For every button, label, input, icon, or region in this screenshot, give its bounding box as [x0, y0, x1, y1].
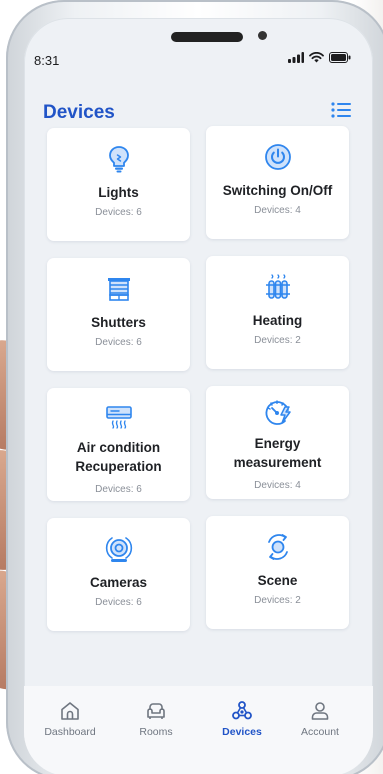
card-title: Energy measurement	[234, 434, 322, 472]
device-card-shutters[interactable]: Shutters Devices: 6	[47, 258, 190, 371]
card-title-line: measurement	[233, 455, 322, 470]
bottom-nav: Dashboard Rooms Devices Account	[24, 686, 373, 774]
card-title-line: Recuperation	[75, 459, 162, 474]
front-camera	[258, 31, 267, 40]
device-card-cameras[interactable]: Cameras Devices: 6	[47, 518, 190, 631]
page-title: Devices	[43, 102, 115, 123]
camera-icon	[104, 534, 134, 564]
status-icons	[288, 52, 351, 63]
device-card-energy[interactable]: Energy measurement Devices: 4	[206, 386, 349, 499]
nav-account[interactable]: Account	[282, 700, 358, 738]
power-icon	[263, 142, 293, 172]
device-card-switching[interactable]: Switching On/Off Devices: 4	[206, 126, 349, 239]
radiator-icon	[263, 272, 293, 302]
card-device-count: Devices: 6	[95, 207, 142, 218]
dynamic-island	[171, 32, 243, 42]
air-conditioner-icon	[104, 402, 134, 432]
shutter-icon	[104, 274, 134, 304]
nav-dashboard[interactable]: Dashboard	[32, 700, 108, 738]
home-icon	[61, 702, 79, 720]
card-title: Lights	[98, 185, 139, 200]
status-time: 8:31	[34, 53, 60, 68]
card-title: Scene	[257, 573, 298, 588]
card-device-count: Devices: 2	[254, 335, 301, 346]
card-device-count: Devices: 2	[254, 595, 301, 606]
list-icon	[331, 102, 351, 118]
list-menu-button[interactable]	[330, 100, 352, 120]
phone-screen: 8:31 Devices Lights Devices: 6 Switching…	[24, 18, 373, 774]
card-device-count: Devices: 6	[95, 337, 142, 348]
nav-label: Dashboard	[44, 726, 96, 738]
card-title-line: Energy	[254, 436, 301, 451]
nav-label: Account	[301, 726, 339, 738]
scene-icon	[263, 532, 293, 562]
user-icon	[311, 702, 329, 720]
nav-rooms[interactable]: Rooms	[118, 700, 194, 738]
card-title-line: Air condition	[76, 440, 161, 455]
devices-icon	[232, 701, 252, 720]
signal-icon	[288, 52, 304, 63]
battery-icon	[329, 52, 351, 63]
nav-label: Rooms	[139, 726, 173, 738]
device-card-scene[interactable]: Scene Devices: 2	[206, 516, 349, 629]
energy-meter-icon	[263, 398, 293, 428]
card-title: Shutters	[91, 315, 146, 330]
card-device-count: Devices: 4	[254, 205, 301, 216]
device-card-air-condition[interactable]: Air condition Recuperation Devices: 6	[47, 388, 190, 501]
card-device-count: Devices: 6	[95, 597, 142, 608]
card-title: Cameras	[89, 575, 148, 590]
sofa-icon	[147, 703, 165, 719]
card-title: Air condition Recuperation	[75, 438, 161, 476]
nav-label: Devices	[222, 726, 262, 738]
card-device-count: Devices: 4	[254, 480, 301, 491]
device-card-heating[interactable]: Heating Devices: 2	[206, 256, 349, 369]
nav-devices[interactable]: Devices	[204, 700, 280, 738]
card-device-count: Devices: 6	[95, 484, 142, 495]
card-title: Heating	[252, 313, 303, 328]
device-card-lights[interactable]: Lights Devices: 6	[47, 128, 190, 241]
wifi-icon	[309, 52, 324, 63]
card-title: Switching On/Off	[222, 183, 333, 198]
light-bulb-icon	[104, 144, 134, 174]
